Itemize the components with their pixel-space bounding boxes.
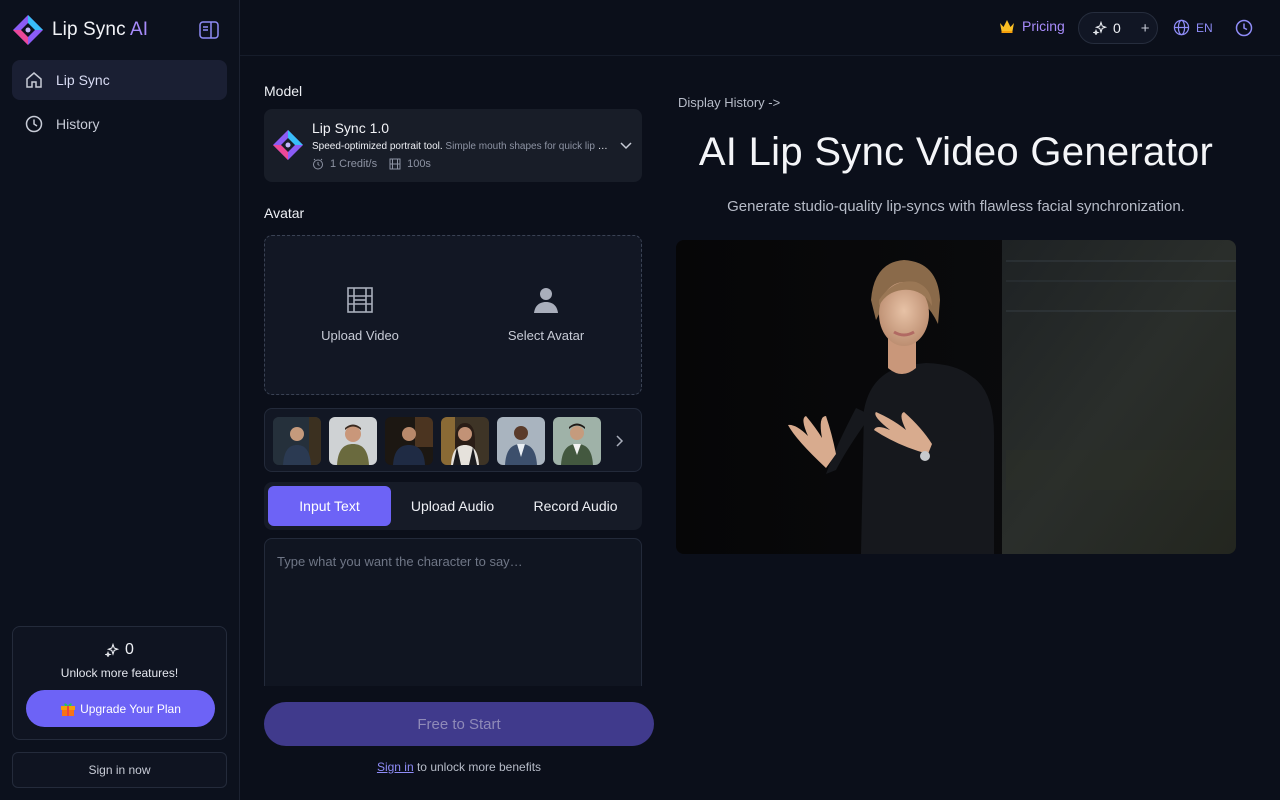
clock-icon [25, 115, 43, 133]
upgrade-plan-label: Upgrade Your Plan [80, 701, 181, 716]
upgrade-card: 0 Unlock more features! Upgrade Your Pla… [12, 626, 227, 740]
tab-upload-audio[interactable]: Upload Audio [391, 486, 514, 526]
script-text-input[interactable]: Type what you want the character to say… [264, 538, 642, 686]
avatar-image [497, 417, 545, 465]
preview-video[interactable] [676, 240, 1236, 554]
upload-video-button[interactable]: Upload Video [285, 286, 435, 343]
model-description: Speed-optimized portrait tool. Simple mo… [312, 141, 612, 152]
preview-image [676, 240, 1236, 554]
film-icon [347, 287, 373, 313]
credits-balance: 0 [13, 641, 226, 659]
language-label: EN [1196, 20, 1213, 35]
credits-count: 0 [125, 641, 134, 658]
home-icon [26, 72, 42, 88]
chevron-right-icon[interactable] [611, 433, 627, 449]
unlock-text: Unlock more features! [60, 666, 179, 680]
sign-in-note: Sign in to unlock more benefits [376, 760, 542, 774]
model-label: Model [264, 83, 303, 99]
user-icon [534, 288, 558, 313]
model-selector[interactable]: Lip Sync 1.0 Speed-optimized portrait to… [264, 109, 642, 182]
avatar-image [329, 417, 377, 465]
sidebar-collapse-icon[interactable] [198, 19, 220, 41]
language-selector[interactable]: EN [1173, 19, 1213, 36]
avatar-thumbnail[interactable] [441, 417, 489, 465]
credits-count: 0 [1113, 20, 1121, 36]
model-rate: 1 Credit/s [330, 158, 378, 170]
globe-icon [1173, 19, 1190, 36]
sparkle-icon [105, 643, 120, 657]
avatar-label: Avatar [264, 205, 305, 221]
upload-video-label: Upload Video [321, 328, 399, 343]
pricing-label: Pricing [1022, 18, 1065, 34]
model-name: Lip Sync 1.0 [312, 120, 390, 136]
avatar-dropzone: Upload Video Select Avatar [264, 235, 642, 395]
upgrade-plan-button[interactable]: Upgrade Your Plan [26, 690, 215, 727]
timer-icon [313, 158, 323, 170]
model-duration: 100s [407, 158, 431, 170]
select-avatar-button[interactable]: Select Avatar [471, 286, 621, 343]
model-meta: 1 Credit/s 100s [312, 158, 431, 170]
sign-in-link[interactable]: Sign in [377, 760, 414, 774]
avatar-strip [264, 408, 642, 472]
avatar-thumbnail[interactable] [273, 417, 321, 465]
free-to-start-button[interactable]: Free to Start [264, 702, 654, 746]
history-clock-icon[interactable] [1235, 19, 1253, 37]
gift-icon [61, 702, 76, 716]
sidebar-item-history[interactable]: History [12, 104, 227, 144]
sidebar-item-lip-sync[interactable]: Lip Sync [12, 60, 227, 100]
top-bar: Pricing 0 + EN [240, 0, 1280, 56]
display-history-link[interactable]: Display History -> [678, 95, 780, 110]
avatar-thumbnail[interactable] [329, 417, 377, 465]
page-title: AI Lip Sync Video Generator [698, 130, 1214, 174]
brand-logo-icon [13, 15, 43, 45]
film-icon [389, 158, 401, 170]
sign-in-button[interactable]: Sign in now [12, 752, 227, 788]
avatar-image [553, 417, 601, 465]
model-logo-icon [273, 130, 303, 160]
avatar-thumbnail[interactable] [497, 417, 545, 465]
sidebar: Lip Sync AI Lip Sync History 0 Unlock mo… [0, 0, 240, 800]
brand[interactable]: Lip Sync AI [12, 14, 148, 46]
sidebar-item-label: Lip Sync [56, 72, 110, 88]
avatar-thumbnail[interactable] [385, 417, 433, 465]
crown-icon [1000, 20, 1014, 33]
brand-name: Lip Sync AI [52, 19, 149, 40]
avatar-thumbnail[interactable] [553, 417, 601, 465]
tab-record-audio[interactable]: Record Audio [514, 486, 637, 526]
avatar-image [385, 417, 433, 465]
sparkle-icon [1093, 21, 1107, 35]
sidebar-item-label: History [56, 116, 100, 132]
avatar-image [273, 417, 321, 465]
credits-pill[interactable]: 0 + [1078, 12, 1158, 44]
audio-source-tabs: Input Text Upload Audio Record Audio [264, 482, 642, 530]
sidebar-nav: Lip Sync History [12, 60, 227, 148]
pricing-link[interactable]: Pricing [998, 18, 1065, 34]
add-credits-button[interactable]: + [1141, 20, 1150, 37]
chevron-down-icon [620, 142, 632, 150]
select-avatar-label: Select Avatar [507, 328, 585, 343]
tab-input-text[interactable]: Input Text [268, 486, 391, 526]
avatar-image [441, 417, 489, 465]
page-subtitle: Generate studio-quality lip-syncs with f… [727, 198, 1185, 215]
